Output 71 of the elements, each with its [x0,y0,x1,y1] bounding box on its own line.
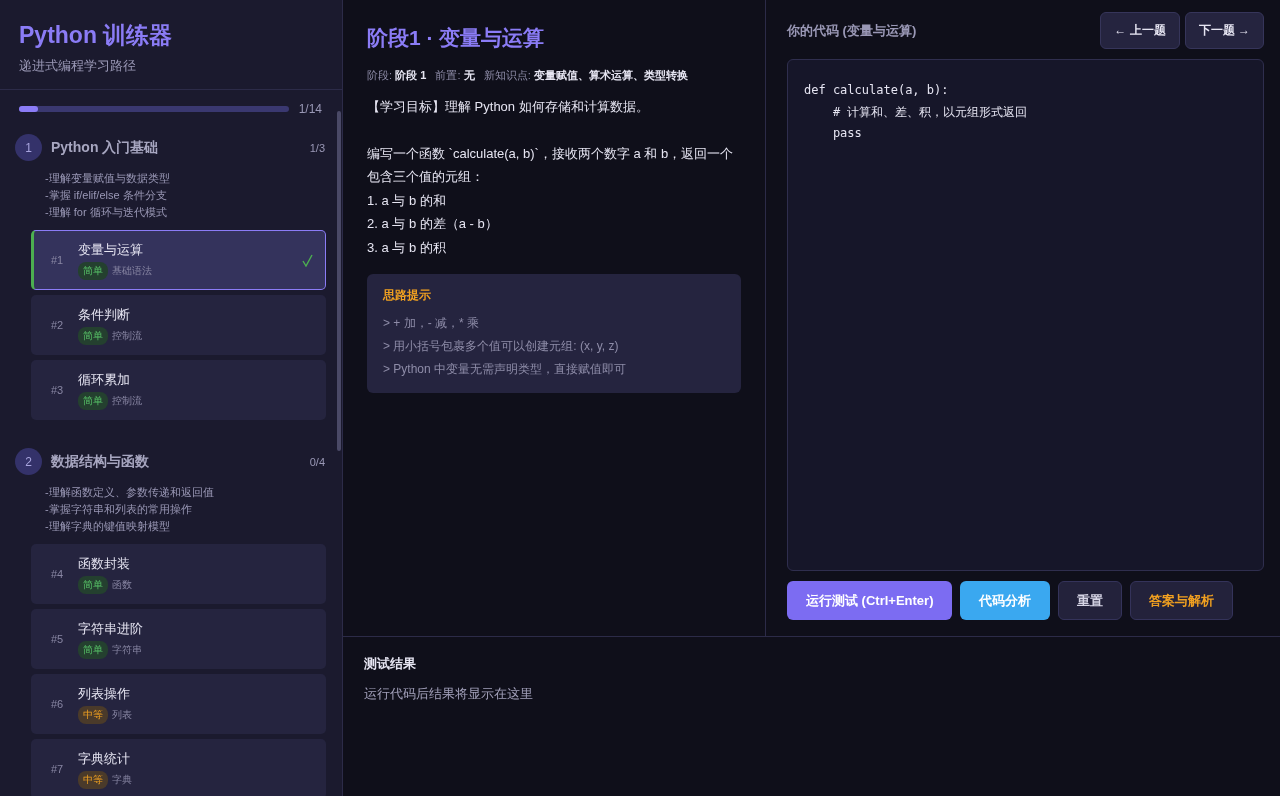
exercise-title: 循环累加 [78,370,131,389]
exercise-number: #7 [51,763,65,775]
exercise-title: 字符串进阶 [78,619,144,638]
topic-label: 基础语法 [112,263,152,278]
exercise-title: 列表操作 [78,684,131,703]
results-message: 运行代码后结果将显示在这里 [364,685,534,703]
exercise-title: 函数封装 [78,554,131,573]
stage-goal: -理解 for 循环与迭代模式 [45,205,168,220]
problem-description: 3. a 与 b 的积 [367,238,447,257]
stage-goal: -理解字典的键值映射模型 [45,519,171,534]
previous-button[interactable]: ← 上一题 [1100,12,1180,49]
hints-title: 思路提示 [383,287,432,304]
stage-count: 0/4 [309,455,326,468]
app-subtitle: 递进式编程学习路径 [19,57,137,75]
stage-title: 数据结构与函数 [51,452,150,471]
exercise-item[interactable]: #7 字典统计 中等 字典 [31,739,326,796]
action-button[interactable]: 重置 [1058,581,1123,620]
code-editor[interactable]: def calculate(a, b): # 计算和、差、积，以元组形式返回 pass [787,59,1264,571]
stage-goal: -理解函数定义、参数传递和返回值 [45,485,215,500]
exercise-item[interactable]: #2 条件判断 简单 控制流 [31,295,326,355]
action-button[interactable]: 运行测试 (Ctrl+Enter) [787,581,953,620]
exercise-title: 字典统计 [78,749,131,768]
editor-title: 你的代码 (变量与运算) [787,21,918,40]
topic-label: 字典 [112,772,132,787]
exercise-item[interactable]: #4 函数封装 简单 函数 [31,544,326,604]
stage-goal: -掌握字符串和列表的常用操作 [45,502,193,517]
stage-title: Python 入门基础 [51,138,160,157]
exercise-number: #6 [51,698,65,710]
exercise-number: #1 [51,254,65,266]
stage-goal: -理解变量赋值与数据类型 [45,171,171,186]
problem-description: 2. a 与 b 的差（a - b） [367,215,499,233]
difficulty-badge: 简单 [78,261,108,280]
topic-label: 函数 [112,577,132,592]
stage-number: 1 [15,134,42,161]
stage-count: 1/3 [309,141,326,154]
app-title: Python 训练器 [19,21,174,50]
progress-count: 1/14 [298,102,322,116]
difficulty-badge: 简单 [78,326,108,345]
difficulty-badge: 简单 [78,575,108,594]
topic-label: 控制流 [112,328,142,343]
exercise-number: #2 [51,319,65,331]
topic-label: 列表 [112,707,132,722]
problem-title: 阶段1 · 变量与运算 [367,25,546,51]
exercise-title: 条件判断 [78,305,131,324]
exercise-item[interactable]: #6 列表操作 中等 列表 [31,674,326,734]
exercise-number: #4 [51,568,65,580]
problem-meta: 阶段: 阶段 1 前置: 无 新知识点: 变量赋值、算术运算、类型转换 [367,68,689,83]
stage-goal: -掌握 if/elif/else 条件分支 [45,188,168,203]
results-title: 测试结果 [364,655,417,673]
checkmark-icon [302,253,313,267]
difficulty-badge: 简单 [78,391,108,410]
exercise-number: #5 [51,633,65,645]
difficulty-badge: 中等 [78,770,108,789]
exercise-item[interactable]: #3 循环累加 简单 控制流 [31,360,326,420]
stage-number: 2 [15,448,42,475]
exercise-item[interactable]: #5 字符串进阶 简单 字符串 [31,609,326,669]
topic-label: 字符串 [112,642,142,657]
topic-label: 控制流 [112,393,142,408]
hint-line: > 用小括号包裹多个值可以创建元组: (x, y, z) [383,338,620,355]
learning-goal: 【学习目标】理解 Python 如何存储和计算数据。 [367,98,650,116]
hint-line: > Python 中变量无需声明类型，直接赋值即可 [383,361,628,378]
difficulty-badge: 中等 [78,705,108,724]
exercise-number: #3 [51,384,65,396]
exercise-item[interactable]: #1 变量与运算 简单 基础语法 [31,230,326,290]
next-button[interactable]: 下一题 → [1184,12,1264,49]
difficulty-badge: 简单 [78,640,108,659]
exercise-title: 变量与运算 [78,240,144,259]
hint-line: > + 加，- 减，* 乘 [383,315,481,332]
action-button[interactable]: 答案与解析 [1130,581,1234,620]
problem-description: 编写一个函数 `calculate(a, b)`，接收两个数字 a 和 b，返回一个包含三个值的元组： [367,144,735,186]
problem-description: 1. a 与 b 的和 [367,191,447,210]
